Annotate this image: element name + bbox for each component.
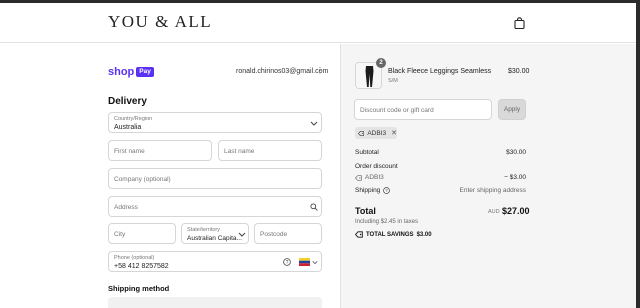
applied-code-text: ADBI3	[367, 129, 387, 137]
shop-pay-shop-text: shop	[108, 66, 135, 78]
subtotal-value: $30.00	[506, 149, 526, 156]
product-variant: S/M	[388, 78, 398, 84]
tag-icon	[355, 231, 363, 238]
product-name: Black Fleece Leggings Seamless	[388, 68, 492, 75]
svg-text:?: ?	[286, 260, 289, 266]
total-savings: TOTAL SAVINGS $3.00	[355, 231, 432, 238]
help-circle-icon[interactable]: ?	[383, 187, 391, 194]
delivery-heading: Delivery	[108, 96, 147, 107]
chevron-down-icon	[310, 121, 318, 126]
company-field[interactable]: Company (optional)	[108, 168, 322, 189]
phone-field[interactable]: Phone (optional) +58 412 8257582 ?	[108, 251, 322, 272]
order-discount-label: Order discount	[355, 163, 398, 170]
help-circle-icon[interactable]: ?	[283, 258, 291, 266]
apply-discount-button[interactable]: Apply	[498, 99, 526, 120]
state-value: Australian Capita...	[187, 235, 242, 242]
taxes-note: Including $2.45 in taxes	[355, 219, 419, 225]
discount-code-text: ADBI3	[365, 174, 384, 181]
store-logo[interactable]: YOU & ALL	[108, 12, 212, 32]
shopping-bag-icon[interactable]	[514, 17, 525, 29]
kebab-icon[interactable]: ⋮	[316, 67, 324, 75]
total-savings-value: $3.00	[416, 231, 432, 238]
first-name-placeholder: First name	[114, 148, 145, 155]
discount-code-row: ADBI3	[355, 174, 384, 181]
shop-pay-pay-text: Pay	[136, 67, 154, 77]
discount-value: − $3.00	[504, 174, 526, 181]
total-currency: AUD	[488, 209, 500, 215]
product-price: $30.00	[508, 68, 530, 75]
tag-icon	[358, 130, 365, 136]
city-placeholder: City	[114, 231, 126, 238]
country-value: Australia	[114, 124, 142, 131]
subtotal-label: Subtotal	[355, 149, 379, 156]
discount-code-input[interactable]: Discount code or gift card	[354, 99, 492, 120]
last-name-placeholder: Last name	[224, 148, 255, 155]
state-select[interactable]: State/territory Australian Capita...	[181, 223, 249, 244]
search-icon	[310, 203, 318, 211]
first-name-field[interactable]: First name	[108, 140, 212, 161]
phone-label: Phone (optional)	[114, 255, 155, 261]
venezuela-flag-icon[interactable]	[299, 258, 310, 266]
address-placeholder: Address	[114, 204, 138, 211]
shipping-method-heading: Shipping method	[108, 284, 170, 293]
shop-pay-logo[interactable]: shop Pay	[108, 66, 154, 78]
city-field[interactable]: City	[108, 223, 176, 244]
address-field[interactable]: Address	[108, 196, 322, 217]
store-header: YOU & ALL	[0, 3, 636, 43]
applied-discount-chip: ADBI3 ✕	[355, 127, 397, 139]
shipping-label: Shipping	[355, 187, 381, 194]
postcode-field[interactable]: Postcode	[254, 223, 322, 244]
postcode-placeholder: Postcode	[260, 231, 288, 238]
tag-icon	[355, 174, 362, 181]
phone-value: +58 412 8257582	[114, 263, 169, 270]
account-email: ronald.chirinos03@gmail.com	[236, 68, 329, 75]
quantity-badge: 2	[376, 58, 386, 68]
discount-placeholder: Discount code or gift card	[360, 107, 434, 114]
shipping-method-placeholder-box	[108, 297, 322, 308]
window-right-edge	[636, 0, 640, 308]
country-label: Country/Region	[114, 116, 153, 122]
shipping-row: Shipping ?	[355, 187, 391, 194]
state-label: State/territory	[187, 227, 221, 233]
total-label: Total	[355, 206, 376, 216]
company-placeholder: Company (optional)	[114, 176, 171, 183]
remove-discount-icon[interactable]: ✕	[391, 129, 397, 137]
order-summary	[340, 44, 636, 308]
shipping-value: Enter shipping address	[459, 187, 527, 194]
svg-text:?: ?	[386, 188, 389, 193]
chevron-down-icon	[238, 232, 246, 237]
last-name-field[interactable]: Last name	[218, 140, 322, 161]
total-savings-label: TOTAL SAVINGS	[366, 231, 414, 238]
chevron-down-icon[interactable]	[312, 260, 318, 265]
country-select[interactable]: Country/Region Australia	[108, 112, 322, 133]
total-value: $27.00	[502, 206, 530, 216]
